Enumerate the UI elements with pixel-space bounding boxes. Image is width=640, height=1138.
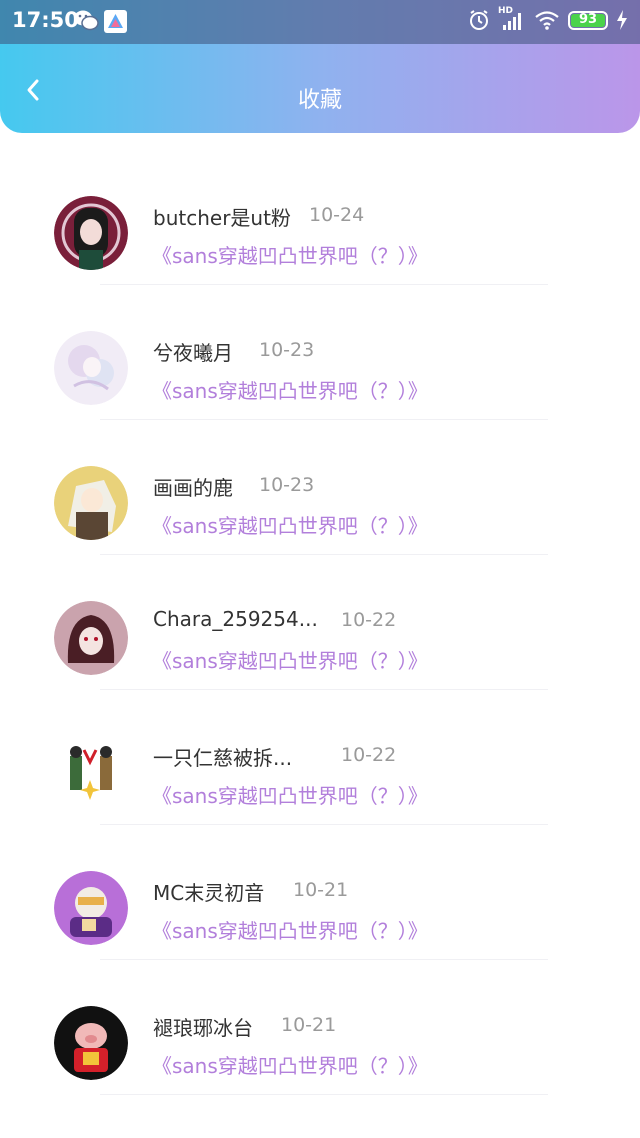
post-link[interactable]: 《sans穿越凹凸世界吧（？）》 — [152, 780, 428, 809]
list-item[interactable]: 褪琅琊冰台 10-21 《sans穿越凹凸世界吧（？）》 — [0, 960, 640, 1095]
user-name: 兮夜曦月 — [153, 341, 233, 365]
app-notification-icon — [104, 10, 127, 33]
list-item[interactable]: Chara_259254... 10-22 《sans穿越凹凸世界吧（？）》 — [0, 555, 640, 690]
signal-icon: HD — [498, 6, 526, 31]
post-link[interactable]: 《sans穿越凹凸世界吧（？）》 — [152, 915, 428, 944]
list-item[interactable]: butcher是ut粉 10-24 《sans穿越凹凸世界吧（？）》 — [0, 150, 640, 285]
avatar[interactable] — [54, 871, 128, 945]
favorites-list: butcher是ut粉 10-24 《sans穿越凹凸世界吧（？）》 兮夜曦月 … — [0, 150, 640, 1095]
post-link[interactable]: 《sans穿越凹凸世界吧（？）》 — [152, 510, 428, 539]
wifi-icon — [535, 11, 559, 30]
list-item[interactable]: MC末灵初音 10-21 《sans穿越凹凸世界吧（？）》 — [0, 825, 640, 960]
post-link[interactable]: 《sans穿越凹凸世界吧（？）》 — [152, 240, 428, 269]
post-date: 10-22 — [341, 609, 397, 631]
status-time: 17:50 — [12, 8, 79, 32]
wechat-icon — [74, 10, 99, 31]
user-name: 一只仁慈被拆... — [153, 746, 293, 770]
list-item[interactable]: 兮夜曦月 10-23 《sans穿越凹凸世界吧（？）》 — [0, 285, 640, 420]
post-date: 10-24 — [309, 204, 365, 226]
post-link[interactable]: 《sans穿越凹凸世界吧（？）》 — [152, 1050, 428, 1079]
header-background: 17:50 HD 93 收藏 — [0, 0, 640, 133]
avatar[interactable] — [54, 601, 128, 675]
user-name: 画画的鹿 — [153, 476, 233, 500]
post-date: 10-23 — [259, 339, 315, 361]
list-item[interactable]: 画画的鹿 10-23 《sans穿越凹凸世界吧（？）》 — [0, 420, 640, 555]
status-bar: 17:50 HD 93 — [0, 0, 640, 44]
post-link[interactable]: 《sans穿越凹凸世界吧（？）》 — [152, 645, 428, 674]
user-name: MC末灵初音 — [153, 881, 265, 905]
post-date: 10-23 — [259, 474, 315, 496]
avatar[interactable] — [54, 466, 128, 540]
nav-bar: 收藏 — [0, 44, 640, 133]
battery-level: 93 — [578, 11, 598, 27]
post-date: 10-22 — [341, 744, 397, 766]
avatar[interactable] — [54, 196, 128, 270]
list-item[interactable]: 一只仁慈被拆... 10-22 《sans穿越凹凸世界吧（？）》 — [0, 690, 640, 825]
charging-icon — [617, 10, 627, 30]
avatar[interactable] — [54, 1006, 128, 1080]
post-link[interactable]: 《sans穿越凹凸世界吧（？）》 — [152, 375, 428, 404]
post-date: 10-21 — [281, 1014, 337, 1036]
user-name: 褪琅琊冰台 — [153, 1016, 253, 1040]
page-title: 收藏 — [297, 88, 342, 113]
battery-icon: 93 — [568, 10, 608, 30]
alarm-icon — [470, 10, 488, 30]
avatar[interactable] — [54, 331, 128, 405]
user-name: butcher是ut粉 — [153, 206, 291, 230]
post-date: 10-21 — [293, 879, 349, 901]
avatar[interactable] — [54, 736, 128, 810]
user-name: Chara_259254... — [153, 607, 318, 631]
